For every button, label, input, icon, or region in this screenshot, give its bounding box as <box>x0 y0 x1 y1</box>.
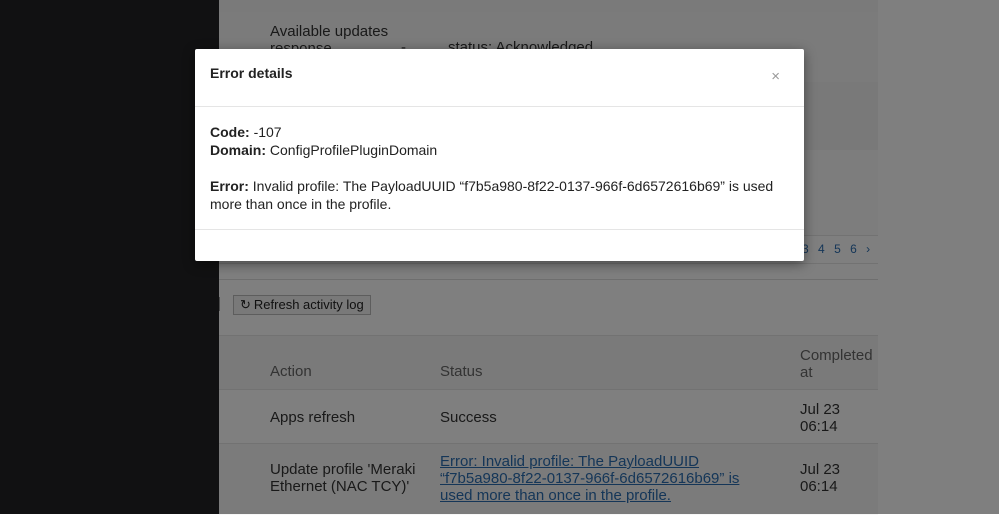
error-message: Error: Invalid profile: The PayloadUUID … <box>210 177 789 213</box>
close-icon[interactable]: × <box>771 68 780 85</box>
modal-header: Error details × <box>195 49 804 107</box>
code-label: Code: <box>210 124 250 140</box>
error-code: Code: -107 <box>210 123 789 141</box>
domain-value: ConfigProfilePluginDomain <box>269 142 438 158</box>
error-details-modal: Error details × Code: -107 Domain: Confi… <box>195 49 804 261</box>
error-domain: Domain: ConfigProfilePluginDomain <box>210 141 789 159</box>
modal-body: Code: -107 Domain: ConfigProfilePluginDo… <box>195 107 804 230</box>
domain-label: Domain: <box>210 142 266 158</box>
error-label: Error: <box>210 178 249 194</box>
modal-title: Error details <box>210 65 293 81</box>
error-value: Invalid profile: The PayloadUUID “f7b5a9… <box>210 178 774 212</box>
code-value: -107 <box>253 124 282 140</box>
